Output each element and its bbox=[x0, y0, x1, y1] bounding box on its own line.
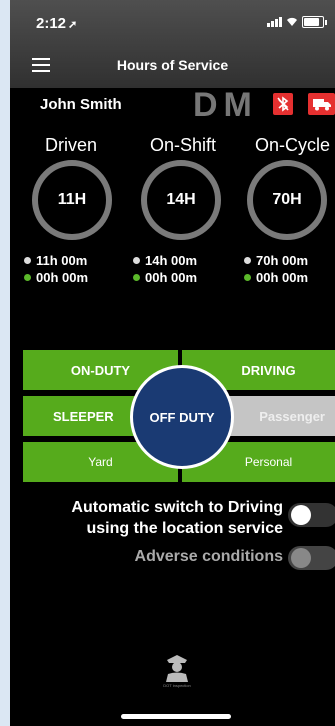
signal-icon bbox=[267, 17, 282, 27]
off-duty-button[interactable]: OFF DUTY bbox=[130, 365, 234, 469]
on-shift-used: 00h 00m bbox=[133, 270, 197, 285]
auto-switch-line2: using the location service bbox=[86, 520, 284, 537]
bluetooth-disabled-icon[interactable] bbox=[273, 93, 293, 115]
driven-used-text: 00h 00m bbox=[36, 270, 89, 285]
location-arrow-icon: ➚ bbox=[68, 19, 78, 31]
on-shift-used-text: 00h 00m bbox=[145, 270, 198, 285]
green-dot-icon bbox=[133, 274, 140, 281]
auto-switch-toggle[interactable] bbox=[288, 503, 335, 527]
driver-name: John Smith bbox=[40, 96, 122, 113]
on-cycle-used: 00h 00m bbox=[244, 270, 308, 285]
wifi-icon bbox=[287, 17, 297, 26]
gray-dot-icon bbox=[133, 257, 140, 264]
dial-on-shift-value: 14H bbox=[166, 191, 196, 208]
clock-label-driven: Driven bbox=[44, 135, 97, 155]
on-cycle-remaining-text: 70h 00m bbox=[256, 253, 309, 268]
driven-remaining-text: 11h 00m bbox=[36, 253, 88, 268]
adverse-conditions-toggle[interactable] bbox=[288, 546, 335, 570]
dial-driven: 11H bbox=[32, 160, 112, 240]
home-indicator[interactable] bbox=[121, 714, 231, 719]
driven-remaining: 11h 00m bbox=[24, 253, 87, 268]
app-screen: 2:12 ➚ Hours of Service John Smith DM Dri… bbox=[10, 0, 335, 726]
truck-icon[interactable] bbox=[308, 93, 335, 115]
dot-inspector-icon[interactable]: DOT inspection bbox=[160, 652, 194, 693]
driven-used: 00h 00m bbox=[24, 270, 88, 285]
auto-switch-line1: Automatic switch to Driving bbox=[71, 499, 283, 516]
dial-on-shift: 14H bbox=[141, 160, 221, 240]
clock-label-on-cycle: On-Cycle bbox=[254, 135, 330, 155]
green-dot-icon bbox=[244, 274, 251, 281]
page-title: Hours of Service bbox=[116, 57, 229, 73]
top-bar: 2:12 ➚ Hours of Service bbox=[10, 0, 335, 88]
green-dot-icon bbox=[24, 274, 31, 281]
clock-label-on-shift: On-Shift bbox=[149, 135, 217, 155]
mode-letters: DM bbox=[193, 86, 258, 124]
on-shift-remaining-text: 14h 00m bbox=[145, 253, 198, 268]
battery-tip bbox=[325, 19, 327, 25]
adverse-conditions-label: Adverse conditions bbox=[134, 548, 283, 565]
auto-switch-label: Automatic switch to Driving using the lo… bbox=[46, 497, 283, 539]
background-strip bbox=[0, 0, 10, 726]
status-time: 2:12 ➚ bbox=[36, 15, 77, 32]
dial-driven-value: 11H bbox=[57, 191, 87, 208]
gray-dot-icon bbox=[24, 257, 31, 264]
battery-icon bbox=[302, 16, 324, 28]
officer-caption: DOT inspection bbox=[163, 683, 191, 688]
on-shift-remaining: 14h 00m bbox=[133, 253, 197, 268]
status-icons bbox=[267, 16, 327, 28]
on-cycle-remaining: 70h 00m bbox=[244, 253, 308, 268]
status-time-text: 2:12 bbox=[36, 15, 67, 32]
on-cycle-used-text: 00h 00m bbox=[256, 270, 309, 285]
dial-on-cycle-value: 70H bbox=[272, 191, 302, 208]
gray-dot-icon bbox=[244, 257, 251, 264]
dial-on-cycle: 70H bbox=[247, 160, 327, 240]
